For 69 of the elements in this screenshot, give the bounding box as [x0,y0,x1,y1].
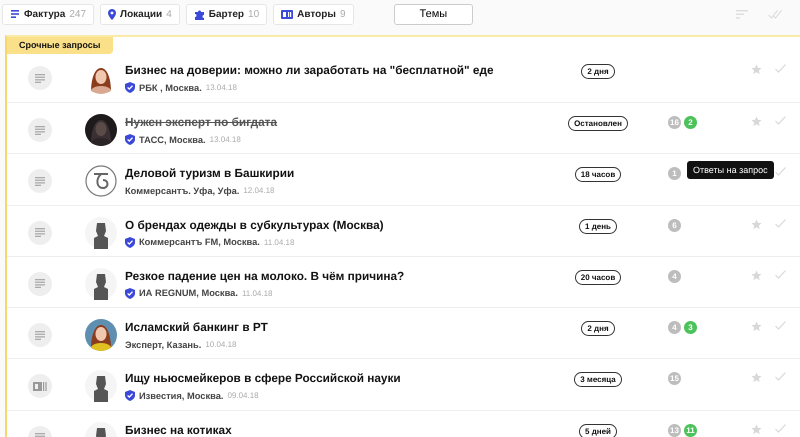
check-icon[interactable] [775,270,786,279]
status-badge: 5 дней [579,424,617,437]
topics-button[interactable]: Темы [394,4,472,24]
document-icon[interactable] [28,220,52,245]
check-icon[interactable] [775,372,786,382]
section-tag: Срочные запросы [7,37,112,54]
date-text: 13.04.18 [210,135,241,144]
star-icon[interactable] [751,321,762,332]
check-icon[interactable] [775,167,786,176]
document-icon[interactable] [28,169,52,194]
source-text: Эксперт, Казань. [125,340,202,350]
date-text: 11.04.18 [264,238,294,247]
document-icon[interactable] [28,118,52,142]
check-icon[interactable] [775,321,786,330]
check-icon[interactable] [775,116,786,125]
check-icon[interactable] [775,64,786,73]
id-card-icon[interactable] [28,374,52,398]
request-title[interactable]: Нужен эксперт по бигдата [125,115,548,129]
avatar-silhouette [85,268,117,300]
source-text: Известия, Москва. [139,390,224,401]
star-icon[interactable] [751,64,762,75]
pin-icon [108,8,116,20]
id-card-icon [281,10,294,18]
star-icon[interactable] [751,218,762,230]
status-badge: 2 дня [581,64,615,79]
filter-tab[interactable]: Локации 4 [100,4,180,24]
request-title[interactable]: Резкое падение цен на молоко. В чём причина? [125,268,548,283]
source-text: ИА REGNUM, Москва. [139,288,238,298]
star-icon[interactable] [751,424,762,435]
document-icon[interactable] [28,272,52,296]
request-title[interactable]: Бизнес на котиках [125,422,548,437]
status-badge: 18 часов [574,167,622,182]
document-icon[interactable] [28,66,52,90]
status-badge: 2 дня [581,321,615,336]
filter-tab[interactable]: Фактура 247 [2,4,94,24]
source-text: ТАСС, Москва. [139,134,206,144]
status-badge: Остановлен [568,116,628,131]
request-title[interactable]: О брендах одежды в субкультурах (Москва) [125,218,548,232]
request-title[interactable]: Деловой туризм в Башкирии [125,166,548,180]
sort-icon[interactable] [736,10,748,18]
puzzle-icon [194,8,205,20]
source-text: Коммерсантъ. Уфа, Уфа. [125,186,240,196]
logo-icon [85,165,117,198]
star-icon[interactable] [751,116,762,127]
star-icon[interactable] [751,372,762,384]
double-check-icon[interactable] [768,10,782,18]
status-badge: 3 месяца [574,372,622,388]
request-title[interactable]: Ищу ньюсмейкеров в сфере Российской науки [125,371,548,386]
list-icon [10,9,20,19]
avatar-silhouette [85,370,117,402]
date-text: 09.04.18 [227,391,259,400]
request-title[interactable]: Бизнес на доверии: можно ли заработать на "бесплатной" еде [125,63,548,77]
filter-tab[interactable]: Авторы 9 [273,4,354,24]
tooltip: Ответы на запрос [687,161,774,180]
document-icon[interactable] [28,323,52,348]
source-text: РБК , Москва. [139,82,202,92]
request-title[interactable]: Исламский банкинг в РТ [125,320,548,334]
status-badge: 1 день [579,218,617,234]
date-text: 10.04.18 [205,340,236,350]
star-icon[interactable] [751,270,762,281]
check-icon[interactable] [775,218,786,228]
check-icon[interactable] [775,424,786,433]
date-text: 13.04.18 [206,83,237,92]
filter-tab[interactable]: Бартер 10 [186,4,268,24]
avatar-silhouette [85,216,117,249]
date-text: 12.04.18 [243,186,274,196]
date-text: 11.04.18 [242,288,272,298]
status-badge: 20 часов [574,270,622,285]
source-text: Коммерсантъ FM, Москва. [139,237,260,248]
